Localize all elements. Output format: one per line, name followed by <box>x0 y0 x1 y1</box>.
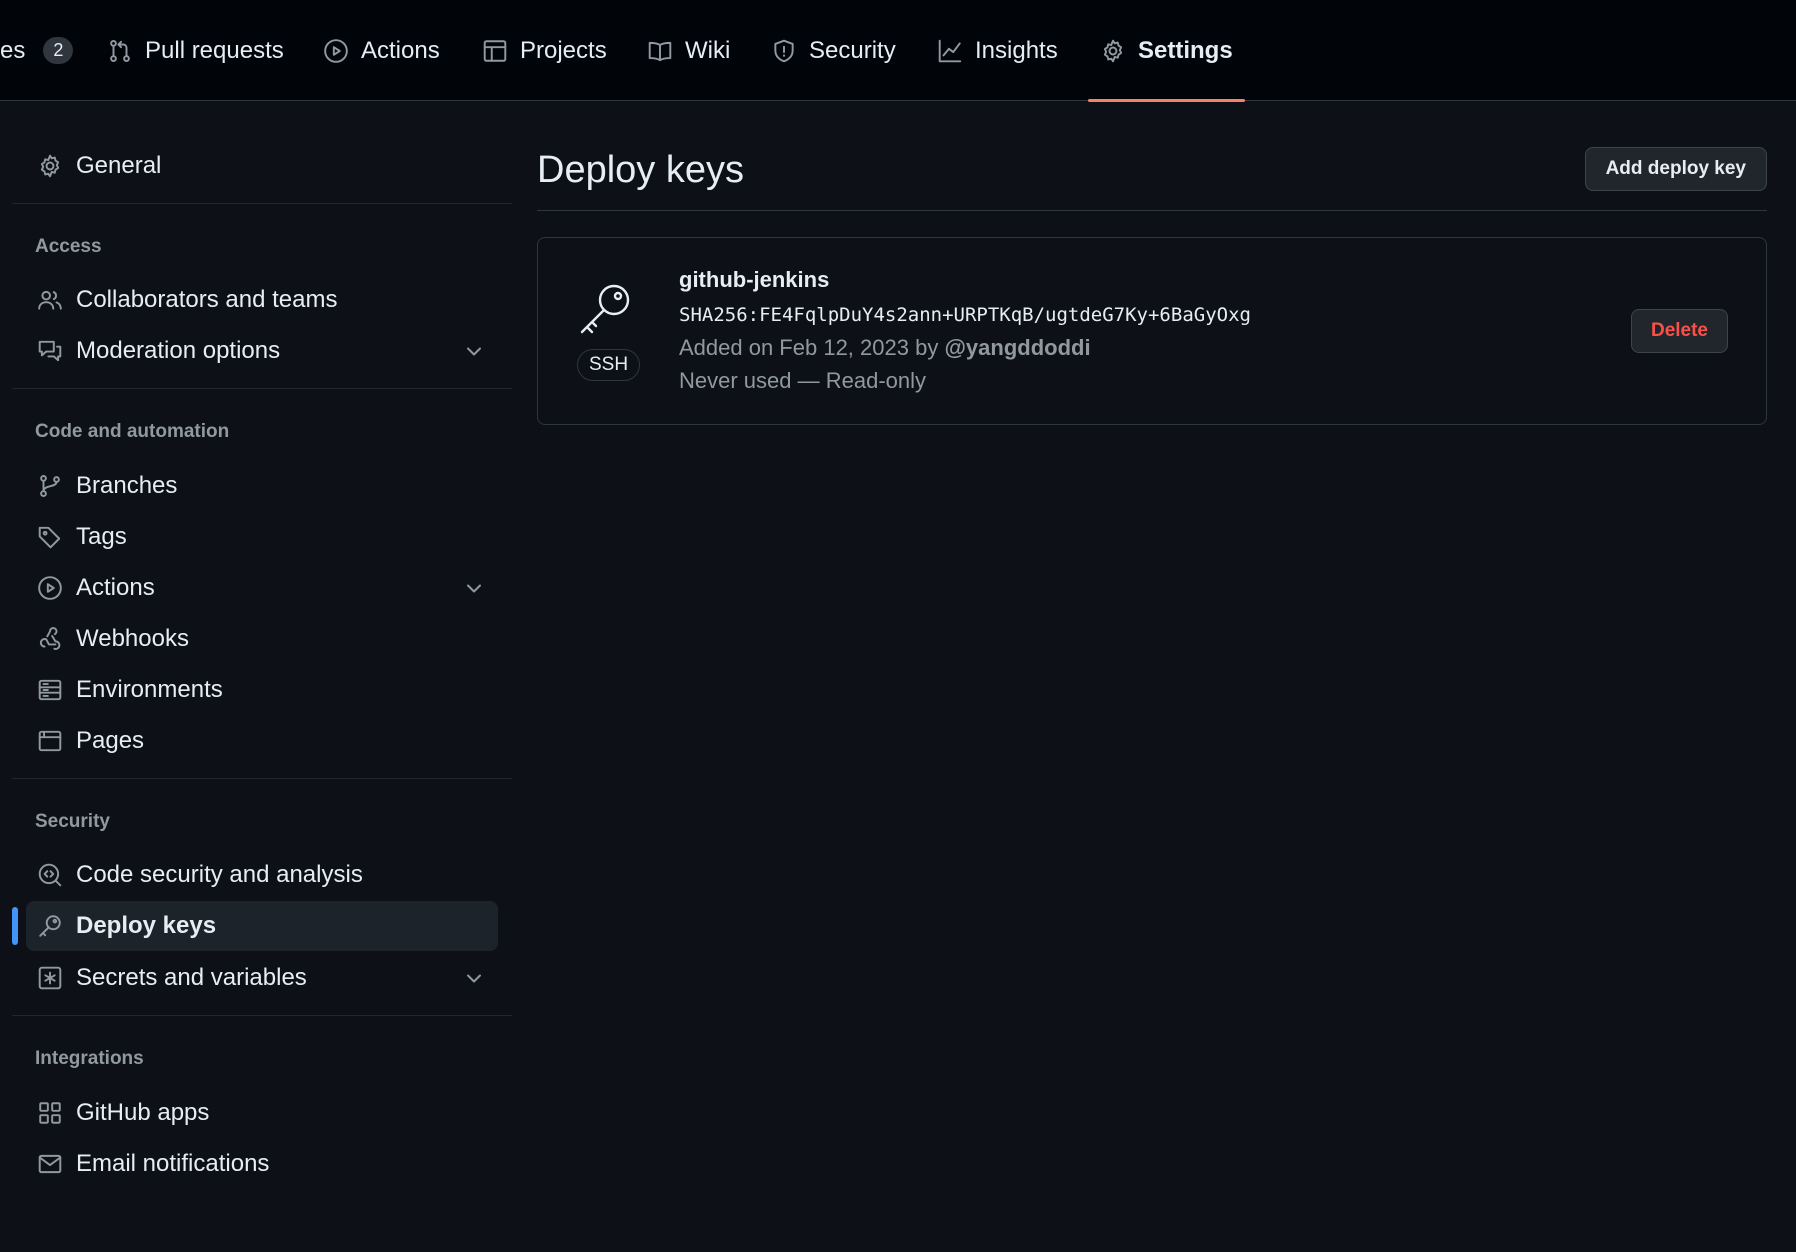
tab-actions-label: Actions <box>361 36 440 64</box>
sidebar-item-label: Pages <box>76 727 145 754</box>
chevron-down-icon[interactable] <box>464 968 484 988</box>
tab-insights-label: Insights <box>975 36 1058 64</box>
sidebar-item-label: Collaborators and teams <box>76 286 338 313</box>
gear-icon <box>40 154 60 178</box>
deploy-key-fingerprint: SHA256:FE4FqlpDuY4s2ann+URPTKqB/ugtdeG7K… <box>679 304 1251 326</box>
tab-issues[interactable]: es 2 <box>0 0 74 101</box>
sidebar-item-webhooks[interactable]: Webhooks <box>26 614 498 664</box>
codescan-icon <box>38 863 62 887</box>
sidebar-item-moderation[interactable]: Moderation options <box>26 326 498 376</box>
sidebar-item-label: Tags <box>76 523 127 550</box>
tab-projects[interactable]: Projects <box>482 0 607 101</box>
book-icon <box>648 41 672 61</box>
people-icon <box>38 290 62 310</box>
sidebar-item-label: Email notifications <box>76 1150 270 1177</box>
git-branch-icon <box>40 475 60 497</box>
sidebar-item-general[interactable]: General <box>26 141 498 191</box>
deploy-key-card: SSH github-jenkins SHA256:FE4FqlpDuY4s2a… <box>537 237 1767 425</box>
sidebar-item-label: Deploy keys <box>76 912 217 939</box>
sidebar-divider <box>12 1015 512 1016</box>
table-icon <box>483 39 507 62</box>
issues-counter-badge: 2 <box>43 37 74 64</box>
chevron-down-icon[interactable] <box>464 341 484 361</box>
deploy-key-name: github-jenkins <box>679 267 830 292</box>
tab-wiki-label: Wiki <box>685 36 731 64</box>
ssh-type-badge: SSH <box>577 349 641 381</box>
sidebar-item-actions[interactable]: Actions <box>26 563 498 613</box>
tab-wiki[interactable]: Wiki <box>647 0 730 101</box>
added-date-text: Added on Feb 12, 2023 by <box>679 335 939 360</box>
pull-request-icon <box>110 39 130 62</box>
tab-pull-requests-label: Pull requests <box>145 36 284 64</box>
tab-actions[interactable]: Actions <box>323 0 440 101</box>
sidebar-heading-code-automation: Code and automation <box>35 421 230 442</box>
sidebar-heading-access: Access <box>35 236 102 257</box>
tab-security-label: Security <box>809 36 896 64</box>
sidebar-divider <box>12 203 512 204</box>
sidebar-item-collaborators[interactable]: Collaborators and teams <box>26 275 498 325</box>
sidebar-item-environments[interactable]: Environments <box>26 665 498 715</box>
sidebar-heading-integrations: Integrations <box>35 1048 144 1069</box>
sidebar-item-label: Branches <box>76 472 178 499</box>
add-deploy-key-button[interactable]: Add deploy key <box>1584 147 1767 191</box>
play-circle-icon <box>324 38 348 63</box>
sidebar-item-label: General <box>76 152 162 179</box>
tab-settings[interactable]: Settings <box>1088 0 1245 102</box>
active-item-indicator <box>12 907 18 945</box>
repo-nav: es 2 Pull requests Actions Projects Wiki… <box>0 0 1796 102</box>
tab-projects-label: Projects <box>520 36 607 64</box>
sidebar-divider <box>12 388 512 389</box>
sidebar-item-code-security[interactable]: Code security and analysis <box>26 850 498 900</box>
sidebar-item-label: Actions <box>76 574 155 601</box>
tab-pull-requests[interactable]: Pull requests <box>107 0 284 101</box>
sidebar-item-branches[interactable]: Branches <box>26 461 498 511</box>
apps-icon <box>39 1102 61 1124</box>
tab-issues-label: es <box>0 36 26 64</box>
sidebar-item-secrets[interactable]: Secrets and variables <box>26 953 498 1003</box>
sidebar-item-email-notifications[interactable]: Email notifications <box>26 1139 498 1189</box>
shield-icon <box>774 39 794 62</box>
graph-icon <box>938 39 962 62</box>
sidebar-item-tags[interactable]: Tags <box>26 512 498 562</box>
browser-icon <box>38 730 62 752</box>
page-title: Deploy keys <box>537 149 744 191</box>
server-icon <box>38 679 62 701</box>
sidebar-item-label: Code security and analysis <box>76 861 363 888</box>
sidebar-item-github-apps[interactable]: GitHub apps <box>26 1088 498 1138</box>
deploy-key-usage: Never used — Read-only <box>679 368 927 393</box>
mail-icon <box>38 1154 62 1174</box>
webhook-icon <box>39 627 61 650</box>
sidebar-item-pages[interactable]: Pages <box>26 716 498 766</box>
tab-security[interactable]: Security <box>771 0 896 101</box>
sidebar-item-deploy-keys[interactable]: Deploy keys <box>26 901 498 951</box>
tab-settings-label: Settings <box>1138 36 1233 64</box>
sidebar-item-label: Secrets and variables <box>76 964 307 991</box>
sidebar-divider <box>12 778 512 779</box>
sidebar-item-label: GitHub apps <box>76 1099 210 1126</box>
asterisk-icon <box>38 966 62 990</box>
tag-icon <box>38 526 61 549</box>
comment-discussion-icon <box>38 340 62 362</box>
title-divider <box>537 210 1767 211</box>
sidebar-item-label: Moderation options <box>76 337 281 364</box>
sidebar-item-label: Webhooks <box>76 625 189 652</box>
gear-icon <box>1103 39 1123 62</box>
play-circle-icon <box>38 576 62 600</box>
added-by-user-link[interactable]: @yangddoddi <box>944 335 1090 360</box>
sidebar-heading-security: Security <box>35 811 110 832</box>
tab-insights[interactable]: Insights <box>937 0 1058 101</box>
key-icon <box>580 284 630 334</box>
chevron-down-icon[interactable] <box>464 578 484 598</box>
sidebar-item-label: Environments <box>76 676 223 703</box>
key-icon <box>39 915 61 937</box>
delete-key-button[interactable]: Delete <box>1630 309 1728 353</box>
deploy-key-added-info: Added on Feb 12, 2023 by @yangddoddi <box>679 335 1091 361</box>
